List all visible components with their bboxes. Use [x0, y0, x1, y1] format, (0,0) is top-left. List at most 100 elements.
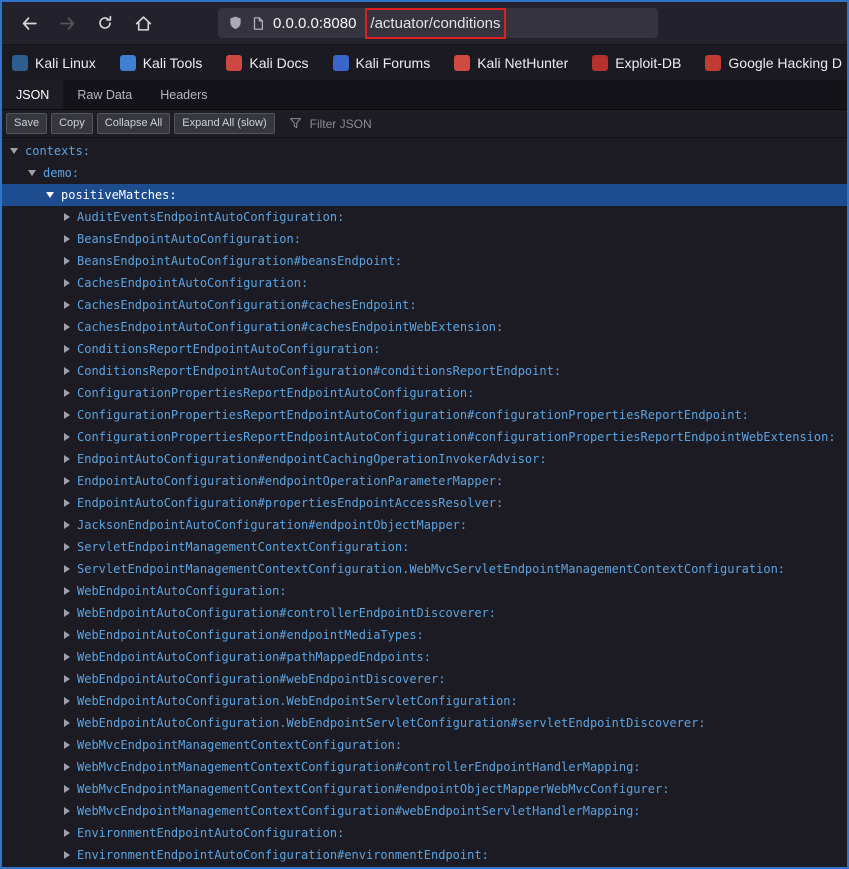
bookmark-label: Kali Docs: [249, 55, 308, 71]
json-tree-row[interactable]: BeansEndpointAutoConfiguration#beansEndp…: [2, 250, 847, 272]
twisty-icon[interactable]: [64, 455, 70, 463]
json-tree-row[interactable]: WebEndpointAutoConfiguration#endpointMed…: [2, 624, 847, 646]
twisty-icon[interactable]: [64, 235, 70, 243]
json-tree-row[interactable]: WebEndpointAutoConfiguration#webEndpoint…: [2, 668, 847, 690]
json-key: CachesEndpointAutoConfiguration:: [77, 276, 308, 290]
expand-all-button[interactable]: Expand All (slow): [174, 113, 274, 134]
reload-button[interactable]: [88, 7, 122, 39]
twisty-icon[interactable]: [64, 631, 70, 639]
twisty-icon[interactable]: [10, 148, 18, 154]
twisty-icon[interactable]: [64, 345, 70, 353]
filter-json-input[interactable]: [308, 116, 458, 132]
json-tree-row[interactable]: AuditEventsEndpointAutoConfiguration:: [2, 206, 847, 228]
copy-button[interactable]: Copy: [51, 113, 93, 134]
bookmark-item[interactable]: Kali Linux: [12, 55, 96, 71]
json-tree-row[interactable]: ConfigurationPropertiesReportEndpointAut…: [2, 426, 847, 448]
twisty-icon[interactable]: [64, 851, 70, 859]
twisty-icon[interactable]: [64, 675, 70, 683]
url-bar[interactable]: 0.0.0.0:8080 /actuator/conditions: [218, 8, 658, 38]
twisty-icon[interactable]: [64, 257, 70, 265]
json-tree-row[interactable]: EndpointAutoConfiguration#endpointOperat…: [2, 470, 847, 492]
json-tree-row[interactable]: CachesEndpointAutoConfiguration#cachesEn…: [2, 316, 847, 338]
json-tree-row[interactable]: JacksonEndpointAutoConfiguration#endpoin…: [2, 514, 847, 536]
json-tree-row[interactable]: ServletEndpointManagementContextConfigur…: [2, 558, 847, 580]
twisty-icon[interactable]: [64, 521, 70, 529]
bookmark-item[interactable]: Google Hacking D: [705, 55, 842, 71]
twisty-icon[interactable]: [64, 499, 70, 507]
twisty-icon[interactable]: [64, 301, 70, 309]
bookmark-item[interactable]: Kali Docs: [226, 55, 308, 71]
bookmark-favicon: [705, 55, 721, 71]
twisty-icon[interactable]: [64, 785, 70, 793]
save-button[interactable]: Save: [6, 113, 47, 134]
page-info-icon[interactable]: [251, 16, 265, 31]
json-tree-row[interactable]: EndpointAutoConfiguration#endpointCachin…: [2, 448, 847, 470]
twisty-icon[interactable]: [64, 719, 70, 727]
back-button[interactable]: [12, 7, 46, 39]
twisty-icon[interactable]: [64, 829, 70, 837]
forward-button[interactable]: [50, 7, 84, 39]
json-key: ConfigurationPropertiesReportEndpointAut…: [77, 386, 474, 400]
json-tree-row[interactable]: ConfigurationPropertiesReportEndpointAut…: [2, 404, 847, 426]
bookmarks-bar: Kali Linux Kali Tools Kali Docs Kali For…: [2, 44, 847, 80]
json-key: CachesEndpointAutoConfiguration#cachesEn…: [77, 320, 503, 334]
json-tree-row[interactable]: CachesEndpointAutoConfiguration#cachesEn…: [2, 294, 847, 316]
json-tree-row[interactable]: CachesEndpointAutoConfiguration:: [2, 272, 847, 294]
twisty-icon[interactable]: [64, 741, 70, 749]
json-key: WebEndpointAutoConfiguration:: [77, 584, 287, 598]
bookmark-label: Google Hacking D: [728, 55, 842, 71]
json-tree-row[interactable]: WebMvcEndpointManagementContextConfigura…: [2, 734, 847, 756]
twisty-icon[interactable]: [28, 170, 36, 176]
collapse-all-button[interactable]: Collapse All: [97, 113, 170, 134]
shield-icon[interactable]: [228, 15, 243, 31]
twisty-icon[interactable]: [64, 609, 70, 617]
json-tree-row[interactable]: demo:: [2, 162, 847, 184]
twisty-icon[interactable]: [64, 565, 70, 573]
bookmark-item[interactable]: Exploit-DB: [592, 55, 681, 71]
twisty-icon[interactable]: [64, 323, 70, 331]
json-tree-row[interactable]: WebMvcEndpointManagementContextConfigura…: [2, 756, 847, 778]
bookmark-item[interactable]: Kali NetHunter: [454, 55, 568, 71]
json-tree-row[interactable]: ConditionsReportEndpointAutoConfiguratio…: [2, 338, 847, 360]
url-host-text: 0.0.0.0:8080: [273, 15, 356, 32]
twisty-icon[interactable]: [64, 697, 70, 705]
json-tree-row[interactable]: contexts:: [2, 140, 847, 162]
twisty-icon[interactable]: [64, 653, 70, 661]
json-tree-row[interactable]: ServletEndpointManagementContextConfigur…: [2, 536, 847, 558]
twisty-icon[interactable]: [64, 213, 70, 221]
twisty-icon[interactable]: [64, 477, 70, 485]
tab-raw-data[interactable]: Raw Data: [63, 80, 146, 109]
tab-headers[interactable]: Headers: [146, 80, 221, 109]
twisty-icon[interactable]: [64, 763, 70, 771]
twisty-icon[interactable]: [64, 587, 70, 595]
json-tree-row[interactable]: BeansEndpointAutoConfiguration:: [2, 228, 847, 250]
json-tree-row[interactable]: WebEndpointAutoConfiguration.WebEndpoint…: [2, 690, 847, 712]
json-tree-row[interactable]: EndpointAutoConfiguration#propertiesEndp…: [2, 492, 847, 514]
twisty-icon[interactable]: [64, 279, 70, 287]
twisty-icon[interactable]: [64, 543, 70, 551]
bookmark-item[interactable]: Kali Forums: [333, 55, 431, 71]
json-key: WebEndpointAutoConfiguration.WebEndpoint…: [77, 694, 518, 708]
tab-json[interactable]: JSON: [2, 80, 63, 109]
json-key: WebEndpointAutoConfiguration#controllerE…: [77, 606, 496, 620]
twisty-icon[interactable]: [64, 433, 70, 441]
json-tree-row[interactable]: WebEndpointAutoConfiguration.WebEndpoint…: [2, 712, 847, 734]
json-tree-row[interactable]: WebEndpointAutoConfiguration#controllerE…: [2, 602, 847, 624]
bookmark-item[interactable]: Kali Tools: [120, 55, 203, 71]
json-tree-row[interactable]: ConditionsReportEndpointAutoConfiguratio…: [2, 360, 847, 382]
json-tree-row[interactable]: WebMvcEndpointManagementContextConfigura…: [2, 800, 847, 822]
twisty-icon[interactable]: [64, 807, 70, 815]
json-tree: contexts: demo: positiveMatches: AuditEv…: [2, 138, 847, 866]
twisty-icon[interactable]: [64, 389, 70, 397]
twisty-icon[interactable]: [64, 367, 70, 375]
json-tree-row[interactable]: WebEndpointAutoConfiguration#pathMappedE…: [2, 646, 847, 668]
json-tree-row[interactable]: EnvironmentEndpointAutoConfiguration:: [2, 822, 847, 844]
twisty-icon[interactable]: [46, 192, 54, 198]
json-tree-row[interactable]: EnvironmentEndpointAutoConfiguration#env…: [2, 844, 847, 866]
json-tree-row[interactable]: WebEndpointAutoConfiguration:: [2, 580, 847, 602]
json-tree-row[interactable]: WebMvcEndpointManagementContextConfigura…: [2, 778, 847, 800]
json-tree-row[interactable]: positiveMatches:: [2, 184, 847, 206]
json-tree-row[interactable]: ConfigurationPropertiesReportEndpointAut…: [2, 382, 847, 404]
twisty-icon[interactable]: [64, 411, 70, 419]
home-button[interactable]: [126, 7, 160, 39]
